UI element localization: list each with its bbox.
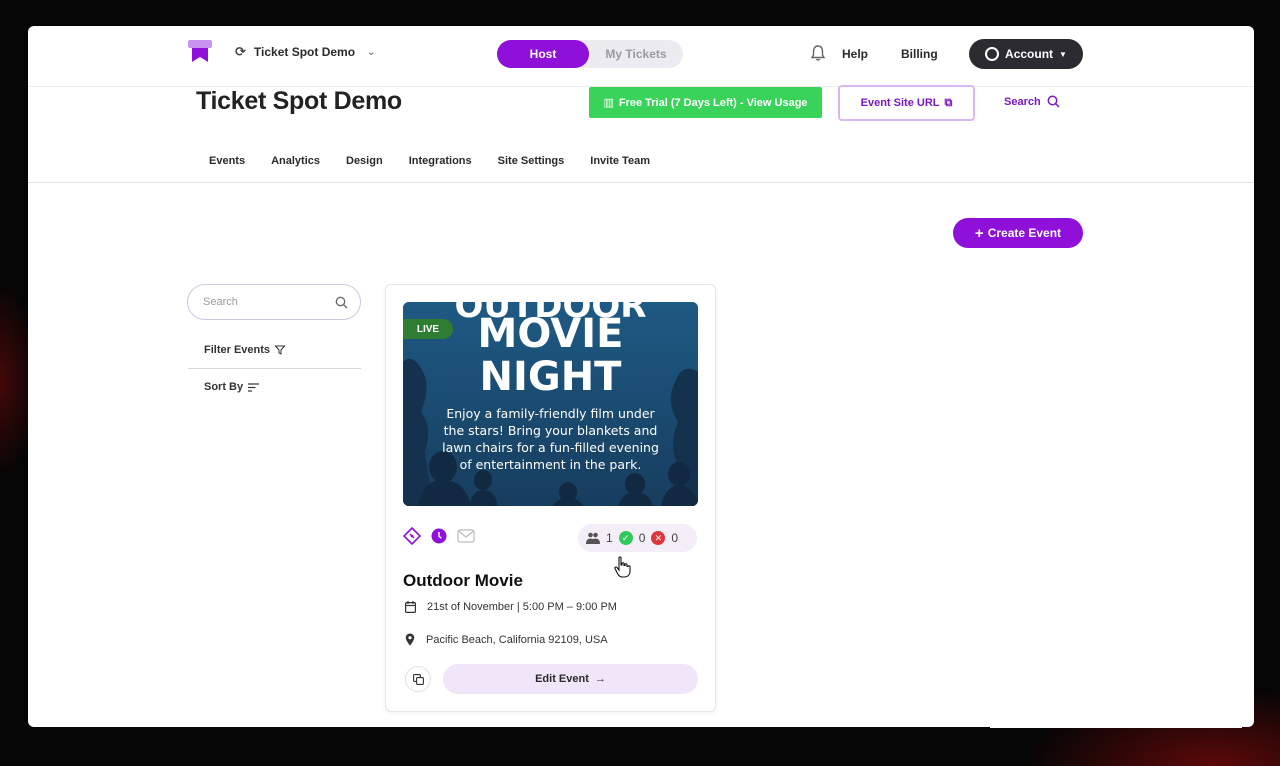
host-tab[interactable]: Host bbox=[497, 40, 589, 68]
duplicate-event-button[interactable] bbox=[405, 666, 431, 692]
filter-label: Filter Events bbox=[204, 344, 271, 356]
nav-site-settings[interactable]: Site Settings bbox=[498, 155, 565, 167]
sort-by-button[interactable]: Sort By bbox=[204, 381, 260, 393]
ticket-icon[interactable] bbox=[403, 527, 421, 545]
billing-link[interactable]: Billing bbox=[901, 47, 938, 61]
top-bar: ⟳ Ticket Spot Demo ⌄ Host My Tickets Hel… bbox=[28, 26, 1254, 84]
ticket-spot-logo-icon[interactable] bbox=[186, 38, 216, 66]
poster-title-line2: NIGHT bbox=[479, 354, 622, 400]
sidebar-divider bbox=[188, 368, 361, 369]
nav-analytics[interactable]: Analytics bbox=[271, 155, 320, 167]
nav-integrations[interactable]: Integrations bbox=[409, 155, 472, 167]
chevron-down-icon: ⌄ bbox=[367, 46, 376, 58]
cancelled-icon[interactable]: ✕ bbox=[651, 531, 666, 545]
search-label: Search bbox=[1004, 95, 1041, 108]
main-nav: Events Analytics Design Integrations Sit… bbox=[209, 155, 650, 167]
checked-in-count: 0 bbox=[638, 531, 646, 545]
create-event-button[interactable]: + Create Event bbox=[953, 218, 1083, 248]
event-search-field[interactable] bbox=[187, 284, 361, 320]
app-window: ⟳ Ticket Spot Demo ⌄ Host My Tickets Hel… bbox=[28, 26, 1254, 727]
refresh-icon: ⟳ bbox=[235, 44, 246, 59]
sort-label: Sort By bbox=[204, 381, 244, 393]
window-corner-patch bbox=[990, 701, 1242, 728]
nav-invite-team[interactable]: Invite Team bbox=[590, 155, 650, 167]
org-name: Ticket Spot Demo bbox=[253, 45, 356, 59]
event-site-url-button[interactable]: Event Site URL ⧉ bbox=[838, 85, 975, 121]
event-location: Pacific Beach, California 92109, USA bbox=[405, 633, 608, 646]
clock-icon[interactable] bbox=[431, 528, 447, 544]
user-icon bbox=[985, 47, 1000, 61]
checked-in-icon[interactable]: ✓ bbox=[618, 531, 633, 545]
mode-toggle: Host My Tickets bbox=[497, 40, 683, 68]
plus-icon: + bbox=[974, 224, 984, 242]
page-title: Ticket Spot Demo bbox=[196, 87, 402, 115]
event-location-text: Pacific Beach, California 92109, USA bbox=[426, 633, 608, 646]
event-title[interactable]: Outdoor Movie bbox=[403, 571, 523, 591]
attendees-icon[interactable] bbox=[586, 532, 600, 544]
event-poster[interactable]: OUTDOOR MOVIE NIGHT Enjoy a family-frien… bbox=[403, 302, 698, 506]
free-trial-button[interactable]: ▥ Free Trial (7 Days Left) - View Usage bbox=[589, 87, 822, 118]
edit-event-button[interactable]: Edit Event → bbox=[443, 664, 698, 694]
copy-icon: ⧉ bbox=[944, 96, 953, 109]
create-event-label: Create Event bbox=[987, 226, 1062, 240]
email-icon[interactable] bbox=[457, 529, 475, 543]
nav-events[interactable]: Events bbox=[209, 155, 245, 167]
search-link[interactable]: Search bbox=[1004, 95, 1060, 108]
calendar-icon bbox=[405, 601, 416, 613]
my-tickets-tab[interactable]: My Tickets bbox=[589, 47, 683, 61]
sort-icon bbox=[248, 382, 260, 392]
trial-label: Free Trial (7 Days Left) - View Usage bbox=[618, 96, 808, 109]
nav-divider bbox=[28, 182, 1254, 183]
filter-icon bbox=[275, 345, 286, 355]
org-switcher[interactable]: ⟳ Ticket Spot Demo ⌄ bbox=[235, 44, 375, 60]
search-icon bbox=[335, 296, 348, 308]
event-card[interactable]: OUTDOOR MOVIE NIGHT Enjoy a family-frien… bbox=[385, 284, 716, 712]
event-date-text: 21st of November | 5:00 PM – 9:00 PM bbox=[427, 601, 617, 613]
hand-cursor-icon bbox=[614, 556, 631, 578]
duplicate-icon bbox=[412, 673, 424, 685]
attendee-stats: 1 ✓ 0 ✕ 0 bbox=[578, 524, 697, 552]
live-badge: LIVE bbox=[403, 319, 453, 339]
help-link[interactable]: Help bbox=[842, 47, 868, 61]
edit-event-label: Edit Event bbox=[535, 673, 589, 685]
search-icon bbox=[1047, 95, 1060, 108]
account-button[interactable]: Account ▼ bbox=[969, 39, 1083, 69]
filter-events-button[interactable]: Filter Events bbox=[204, 344, 286, 356]
event-date: 21st of November | 5:00 PM – 9:00 PM bbox=[405, 601, 617, 613]
location-pin-icon bbox=[405, 633, 415, 646]
bell-icon[interactable] bbox=[810, 44, 826, 62]
chevron-down-icon: ▼ bbox=[1059, 49, 1067, 59]
arrow-right-icon: → bbox=[594, 673, 606, 685]
poster-description: Enjoy a family-friendly film under the s… bbox=[442, 406, 659, 472]
site-url-label: Event Site URL bbox=[860, 97, 940, 109]
event-search-input[interactable] bbox=[203, 296, 323, 308]
event-icons bbox=[403, 527, 475, 545]
attendee-count: 1 bbox=[606, 531, 613, 545]
cancelled-count: 0 bbox=[671, 531, 679, 545]
account-label: Account bbox=[1005, 47, 1054, 61]
chart-icon: ▥ bbox=[603, 97, 614, 109]
nav-design[interactable]: Design bbox=[346, 155, 383, 167]
